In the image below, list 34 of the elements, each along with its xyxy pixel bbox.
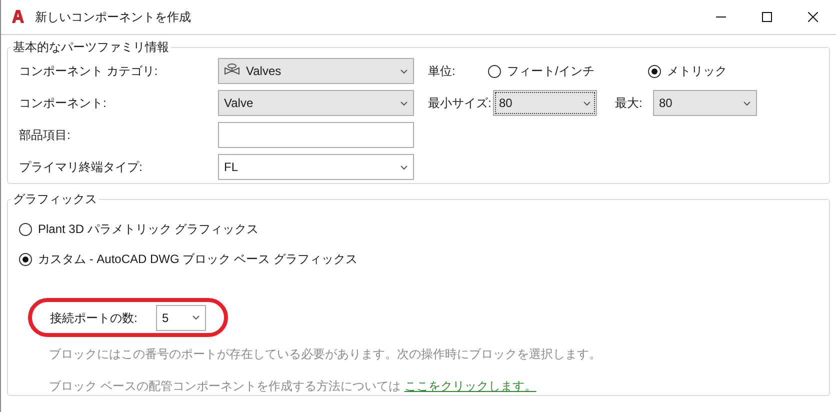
field-label: 最大: — [615, 95, 644, 112]
field-label: 単位: — [428, 63, 456, 80]
field-label: コンポーネント カテゴリ: — [19, 63, 159, 80]
field-label: プライマリ終端タイプ: — [19, 159, 144, 176]
chevron-icon — [743, 100, 751, 106]
input-field[interactable] — [218, 122, 414, 148]
hint-text: ブロックにはこの番号のポートが存在している必要があります。次の操作時にブロックを選択します。 — [49, 346, 601, 363]
close-icon — [808, 12, 818, 22]
dropdown[interactable]: 80 — [653, 90, 757, 116]
group-title: 基本的なパーツファミリ情報 — [12, 39, 170, 56]
app-logo-icon — [11, 9, 25, 25]
chevron-icon — [400, 68, 408, 74]
dropdown[interactable]: 5 — [156, 304, 206, 330]
field-label: 最小サイズ: — [428, 95, 492, 112]
dropdown[interactable]: Valves — [218, 58, 414, 84]
field-label: 部品項目: — [19, 127, 72, 144]
dropdown[interactable]: Valve — [218, 90, 414, 116]
field-label: コンポーネント: — [19, 95, 108, 112]
radio-button[interactable]: メトリック — [648, 62, 727, 80]
maximize-icon — [762, 12, 772, 22]
radio-button[interactable]: Plant 3D パラメトリック グラフィックス — [19, 220, 259, 238]
group-title: グラフィックス — [12, 191, 98, 208]
dropdown[interactable]: FL — [218, 154, 414, 180]
chevron-icon — [400, 100, 408, 106]
help-link[interactable]: ここをクリックします。 — [404, 377, 536, 395]
radio-button[interactable]: カスタム - AutoCAD DWG ブロック ベース グラフィックス — [19, 250, 358, 268]
chevron-icon — [400, 164, 408, 170]
chevron-icon — [583, 100, 591, 106]
radio-button[interactable]: フィート/インチ — [488, 62, 648, 80]
hint-text: ブロック ベースの配管コンポーネントを作成する方法については — [49, 378, 400, 395]
field-label: 接続ポートの数: — [50, 310, 138, 326]
window-title: 新しいコンポーネントを作成 — [35, 9, 191, 26]
chevron-icon — [192, 315, 200, 320]
dropdown[interactable]: 80 — [493, 90, 597, 116]
